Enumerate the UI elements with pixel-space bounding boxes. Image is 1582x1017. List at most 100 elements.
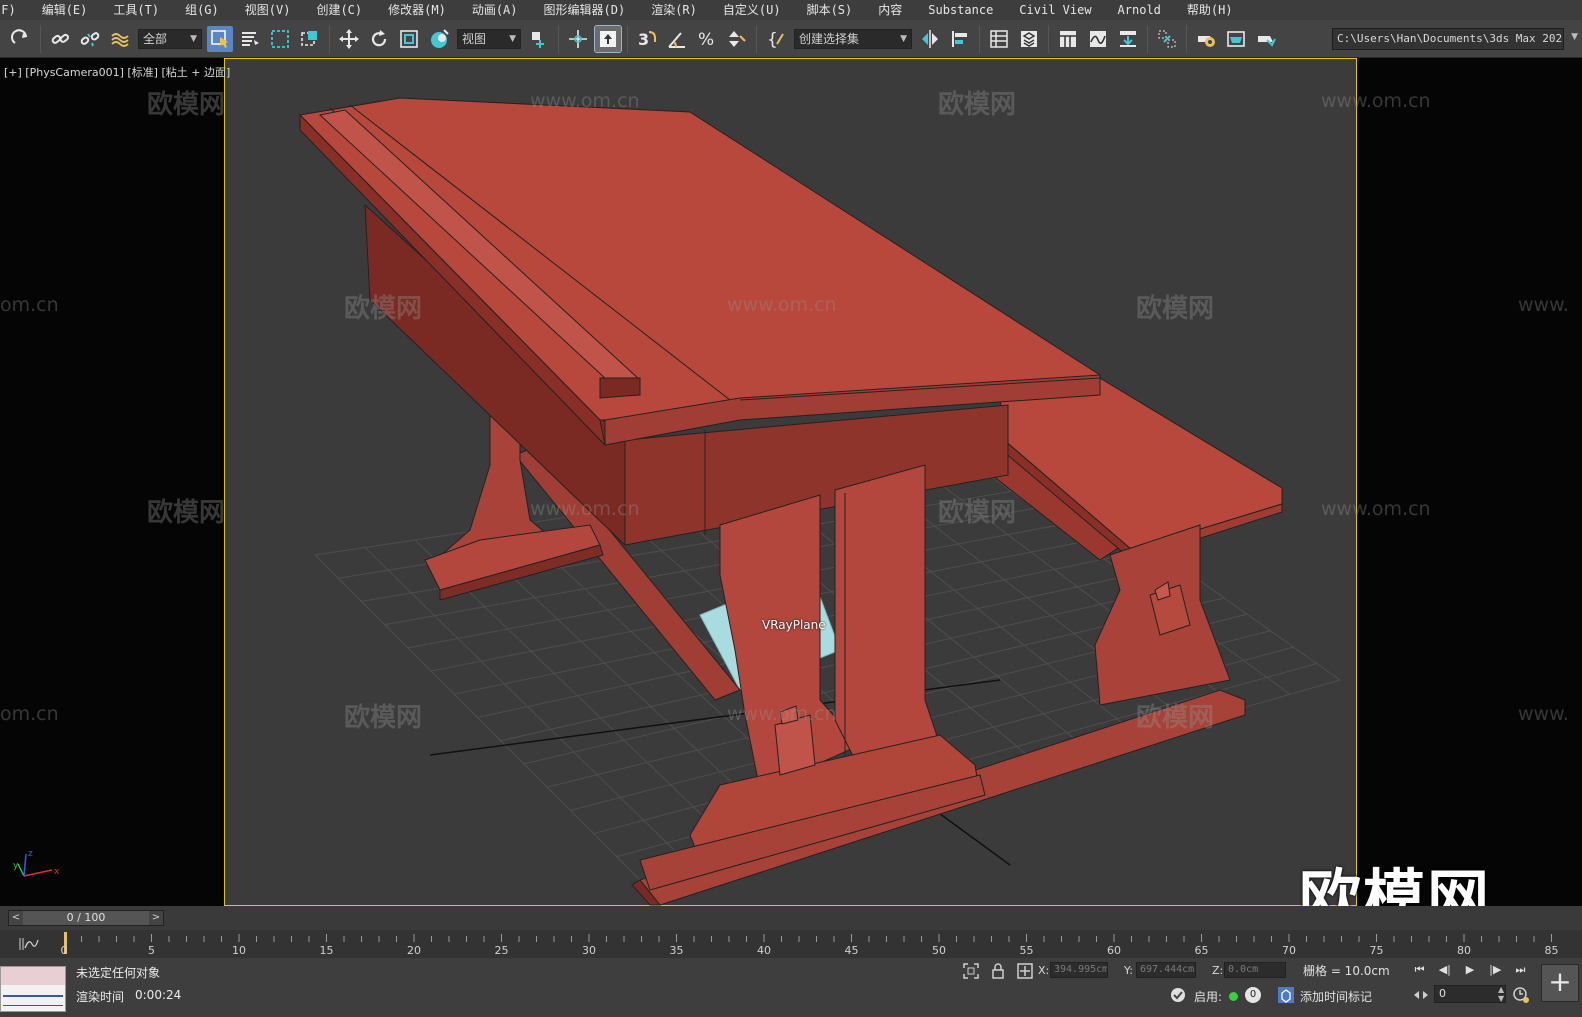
previous-key-icon[interactable]: ◀|	[1435, 960, 1454, 980]
select-by-name-icon[interactable]	[237, 26, 263, 52]
edit-named-selection-icon[interactable]: {	[763, 26, 789, 52]
window-crossing-icon[interactable]	[297, 26, 323, 52]
absolute-mode-icon[interactable]	[1016, 962, 1034, 980]
timeline-tick-label: 70	[1282, 944, 1296, 957]
redo-icon[interactable]	[8, 26, 34, 52]
x-coord-field[interactable]: 394.995cm	[1050, 962, 1108, 978]
percent-snap-icon[interactable]: %	[694, 26, 720, 52]
go-to-start-icon[interactable]: ⏮	[1410, 960, 1429, 980]
menu-item[interactable]: 视图(V)	[232, 0, 304, 20]
go-to-end-icon[interactable]: ⏭	[1511, 960, 1530, 980]
timeline-ruler[interactable]	[64, 930, 1568, 958]
key-mode-toggle-icon[interactable]	[1412, 986, 1430, 1004]
snaps-toggle-icon[interactable]: 3	[634, 26, 660, 52]
menu-item[interactable]: Substance	[915, 0, 1006, 20]
move-icon[interactable]	[336, 26, 362, 52]
time-slider-value[interactable]: 0 / 100	[23, 911, 149, 925]
render-setup-icon[interactable]	[1193, 26, 1219, 52]
menu-item[interactable]: 编辑(E)	[29, 0, 101, 20]
table-and-bench-model[interactable]	[0, 58, 1582, 906]
svg-text:{: {	[767, 30, 778, 50]
curve-editor-icon[interactable]	[1085, 26, 1111, 52]
spinner-snap-icon[interactable]	[724, 26, 750, 52]
timeline-tick-label: 35	[669, 944, 684, 957]
watermark-text: 欧模网	[1136, 703, 1215, 733]
menu-item[interactable]: Arnold	[1105, 0, 1174, 20]
menu-item[interactable]: 创建(C)	[303, 0, 375, 20]
previous-frame-icon[interactable]: <	[9, 911, 23, 925]
selection-filter-dropdown[interactable]: 全部 ▼	[138, 28, 202, 49]
rotate-icon[interactable]	[366, 26, 392, 52]
named-selection-dropdown[interactable]: 创建选择集 ▼	[794, 28, 912, 49]
menu-item[interactable]: 工具(T)	[100, 0, 172, 20]
viewport-label[interactable]: [+] [PhysCamera001] [标准] [粘土 + 边面]	[4, 64, 230, 80]
menu-item[interactable]: 动画(A)	[459, 0, 531, 20]
add-time-tag-button[interactable]: 添加时间标记	[1300, 988, 1372, 1005]
next-frame-icon[interactable]: >	[149, 911, 163, 925]
watermark-url: www.	[1518, 294, 1569, 316]
angle-snap-icon[interactable]	[664, 26, 690, 52]
material-editor-icon[interactable]	[1154, 26, 1180, 52]
next-key-icon[interactable]: |▶	[1486, 960, 1505, 980]
isolate-selection-icon[interactable]	[962, 962, 980, 980]
bind-space-warp-icon[interactable]	[107, 26, 133, 52]
adaptive-degradation-icon[interactable]	[1169, 986, 1187, 1004]
frame-spinner-icon[interactable]: ▲ ▼	[1498, 985, 1504, 1003]
menu-item[interactable]: 脚本(S)	[794, 0, 866, 20]
unlink-icon[interactable]	[77, 26, 103, 52]
menu-item[interactable]: 修改器(M)	[375, 0, 459, 20]
align-icon[interactable]	[947, 26, 973, 52]
select-object-icon[interactable]	[207, 25, 233, 52]
menu-item[interactable]: 图形编辑器(D)	[531, 0, 639, 20]
project-folder-field[interactable]: C:\Users\Han\Documents\3ds Max 2022	[1332, 28, 1564, 50]
timeline-tick-label: 80	[1457, 944, 1471, 957]
pivot-center-icon[interactable]	[526, 26, 552, 52]
menu-item[interactable]: 自定义(U)	[710, 0, 794, 20]
enable-count-badge[interactable]: 0	[1245, 987, 1261, 1003]
perspective-viewport[interactable]: [+] [PhysCamera001] [标准] [粘土 + 边面] VRayP…	[0, 58, 1582, 906]
scale-icon[interactable]	[396, 26, 422, 52]
maxscript-listener[interactable]	[0, 966, 66, 1012]
timeline-tick-label: 20	[407, 944, 421, 957]
track-bar[interactable]: 0 5 10 15 20 25 30 35 40 45 50 55 60 65 70 75 80 85	[0, 930, 1582, 958]
mini-curve-editor-icon[interactable]	[18, 936, 40, 952]
watermark-text: 欧模网	[344, 294, 423, 324]
select-manipulate-icon[interactable]	[565, 26, 591, 52]
timeline-tick-label: 55	[1019, 944, 1034, 957]
layer-explorer-icon[interactable]	[1016, 26, 1042, 52]
rectangular-selection-icon[interactable]	[267, 26, 293, 52]
z-coord-field[interactable]: 0.0cm	[1224, 962, 1286, 978]
link-icon[interactable]	[47, 26, 73, 52]
render-production-icon[interactable]	[1253, 26, 1279, 52]
watermark-url: om.cn	[0, 703, 59, 725]
time-tag-icon[interactable]	[1277, 986, 1295, 1004]
rendered-frame-window-icon[interactable]	[1223, 26, 1249, 52]
toggle-ribbon-icon[interactable]	[1055, 26, 1081, 52]
watermark-url: www.om.cn	[727, 294, 837, 316]
project-folder-caret-icon[interactable]: ▼	[1571, 32, 1578, 42]
play-icon[interactable]: ▶	[1460, 960, 1479, 980]
menu-item[interactable]: (F)	[0, 0, 29, 20]
menu-item[interactable]: 内容	[865, 0, 915, 20]
timeline-tick-label: 0	[60, 944, 68, 957]
menu-item[interactable]: Civil View	[1006, 0, 1104, 20]
x-coord-label: X:	[1038, 964, 1050, 977]
keyboard-shortcut-override-icon[interactable]	[594, 24, 622, 53]
scene-explorer-icon[interactable]	[986, 26, 1012, 52]
mirror-icon[interactable]	[917, 26, 943, 52]
y-coord-field[interactable]: 697.444cm	[1136, 962, 1196, 978]
enable-status-dot[interactable]	[1229, 992, 1238, 1001]
menu-item[interactable]: 渲染(R)	[638, 0, 710, 20]
current-frame-field[interactable]: 0	[1434, 985, 1506, 1003]
watermark-text: 欧模网	[938, 498, 1017, 528]
menu-item[interactable]: 帮助(H)	[1174, 0, 1246, 20]
menu-item[interactable]: 组(G)	[172, 0, 232, 20]
time-slider[interactable]: < 0 / 100 >	[8, 910, 164, 926]
reference-coordinate-dropdown[interactable]: 视图 ▼	[457, 28, 521, 49]
schematic-view-icon[interactable]	[1115, 26, 1141, 52]
selection-lock-icon[interactable]	[989, 962, 1007, 980]
add-viewport-button[interactable]: +	[1541, 964, 1579, 1002]
time-configuration-icon[interactable]	[1512, 986, 1530, 1004]
svg-text:%: %	[698, 30, 714, 50]
placement-icon[interactable]	[426, 26, 452, 52]
